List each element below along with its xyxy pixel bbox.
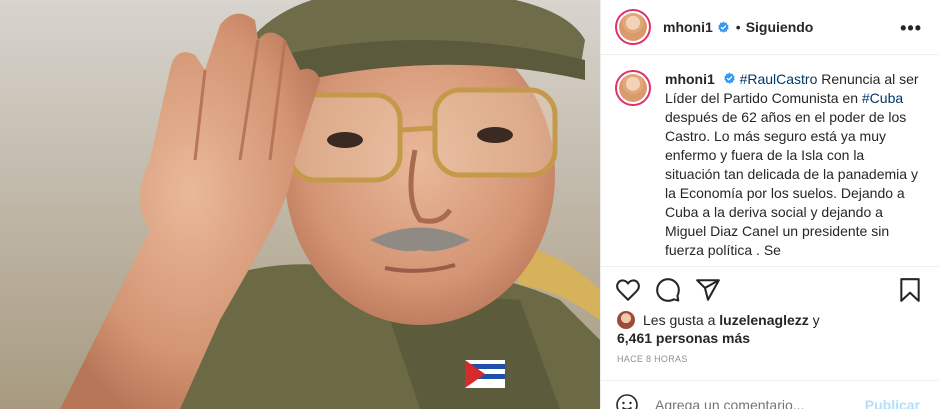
following-button[interactable]: Siguiendo: [746, 19, 814, 35]
hashtag-link[interactable]: #Cuba: [862, 90, 903, 106]
caption-body: después de 62 años en el poder de los Ca…: [665, 109, 918, 258]
separator-dot: •: [735, 19, 741, 35]
author-avatar[interactable]: [615, 9, 651, 45]
verified-badge-icon: [723, 72, 735, 84]
post-caption: mhoni1 #RaulCastro Renuncia al ser Líder…: [615, 70, 925, 265]
publish-button[interactable]: Publicar: [865, 397, 920, 409]
action-bar: [601, 266, 939, 311]
likes-prefix: Les gusta a: [643, 312, 720, 328]
share-icon[interactable]: [695, 277, 721, 303]
comment-icon[interactable]: [655, 277, 681, 303]
post-header: mhoni1 • Siguiendo •••: [601, 0, 939, 55]
post-panel: mhoni1 • Siguiendo ••• mhoni1 #RaulCastr…: [600, 0, 939, 409]
likes-suffix: y: [808, 312, 820, 328]
liker-avatar[interactable]: [617, 311, 635, 329]
likes-summary: Les gusta a luzelenaglezz y 6,461 person…: [617, 311, 927, 347]
caption-avatar[interactable]: [615, 70, 651, 106]
caption-text: mhoni1 #RaulCastro Renuncia al ser Líder…: [665, 70, 921, 265]
bookmark-icon[interactable]: [897, 277, 923, 303]
post-timestamp[interactable]: HACE 8 HORAS: [617, 354, 688, 364]
caption-username[interactable]: mhoni1: [665, 71, 715, 87]
comment-box: Publicar: [601, 380, 939, 409]
post-photo: [0, 0, 600, 409]
heart-icon[interactable]: [615, 277, 641, 303]
liker-username[interactable]: luzelenaglezz: [719, 312, 808, 328]
emoji-icon[interactable]: [615, 393, 639, 409]
author-username[interactable]: mhoni1: [663, 19, 713, 35]
comment-input[interactable]: [655, 397, 855, 409]
hashtag-link[interactable]: #RaulCastro: [740, 71, 818, 87]
likes-count[interactable]: 6,461 personas más: [617, 330, 750, 346]
verified-badge-icon: [718, 21, 729, 33]
more-options-icon[interactable]: •••: [900, 18, 922, 39]
post-image[interactable]: [0, 0, 600, 409]
